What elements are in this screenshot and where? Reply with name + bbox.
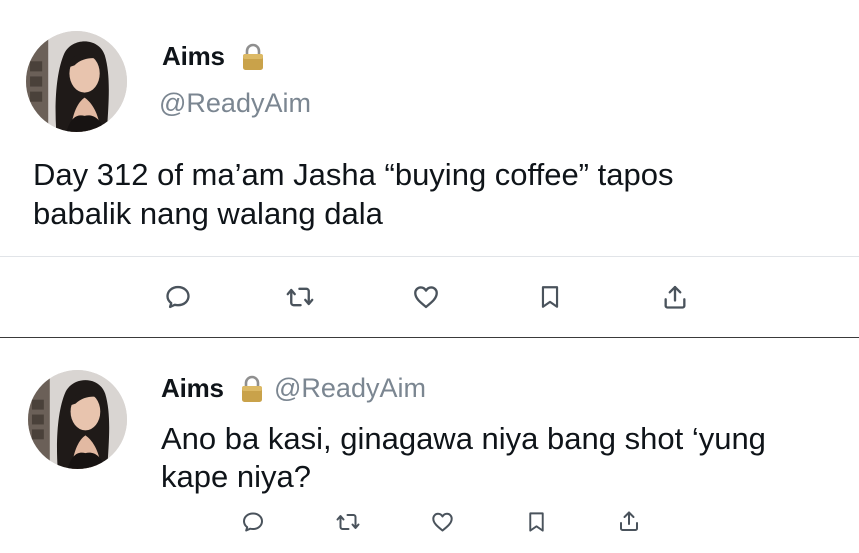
reply-icon <box>241 510 265 534</box>
retweet-icon <box>335 510 361 534</box>
reply-like-button[interactable] <box>428 508 456 536</box>
main-like-button[interactable] <box>410 282 442 312</box>
main-tweet-avatar[interactable] <box>26 31 127 132</box>
like-icon <box>411 283 441 311</box>
main-tweet-text-line-2: babalik nang walang dala <box>33 196 383 231</box>
profile-photo-icon <box>28 370 127 469</box>
reply-icon <box>164 283 192 311</box>
profile-photo-icon <box>26 31 127 132</box>
reply-retweet-button[interactable] <box>333 508 363 536</box>
main-share-button[interactable] <box>659 281 691 313</box>
main-tweet-action-divider <box>0 256 859 257</box>
bookmark-icon <box>525 510 548 534</box>
share-icon <box>617 509 641 533</box>
share-icon <box>661 283 689 311</box>
tweet-separator <box>0 337 859 338</box>
main-tweet-author-name[interactable]: Aims <box>162 41 225 72</box>
reply-reply-button[interactable] <box>239 508 267 536</box>
lock-icon <box>240 375 264 403</box>
reply-tweet-handle[interactable]: @ReadyAim <box>274 373 426 404</box>
main-reply-button[interactable] <box>163 282 193 312</box>
like-icon <box>430 510 455 534</box>
main-bookmark-button[interactable] <box>535 282 565 312</box>
reply-tweet-avatar[interactable] <box>28 370 127 469</box>
main-retweet-button[interactable] <box>284 282 316 312</box>
reply-bookmark-button[interactable] <box>522 508 550 536</box>
retweet-icon <box>285 283 315 311</box>
bookmark-icon <box>537 283 563 311</box>
reply-tweet-text-line-1: Ano ba kasi, ginagawa niya bang shot ‘yu… <box>161 421 766 456</box>
main-tweet-text-line-1: Day 312 of ma’am Jasha “buying coffee” t… <box>33 157 674 192</box>
reply-share-button[interactable] <box>615 507 643 535</box>
reply-tweet-text-line-2: kape niya? <box>161 459 311 494</box>
main-tweet-handle[interactable]: @ReadyAim <box>159 88 311 119</box>
reply-tweet-author-name[interactable]: Aims <box>161 373 224 404</box>
lock-icon <box>241 43 265 71</box>
